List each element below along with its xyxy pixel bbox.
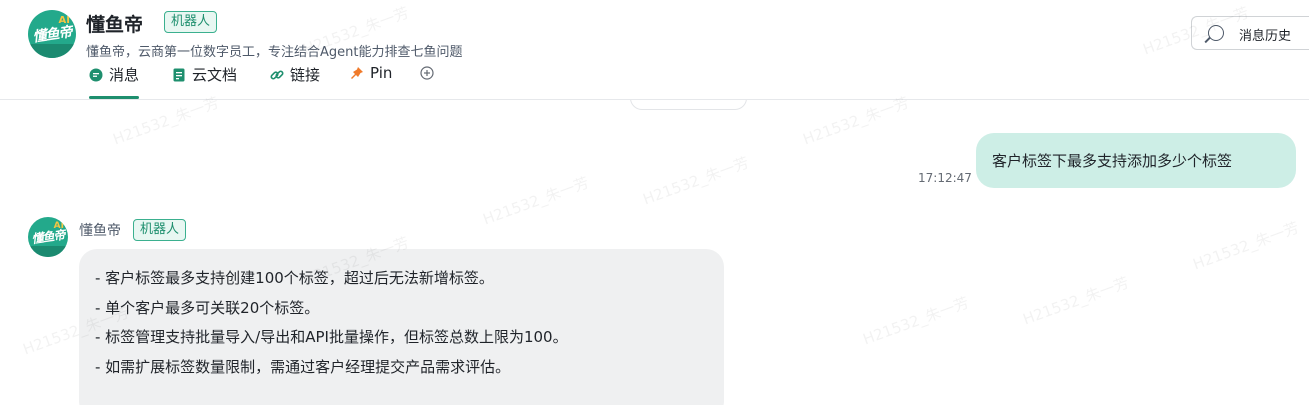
outgoing-message-bubble[interactable]: 客户标签下最多支持添加多少个标签 <box>976 133 1296 188</box>
previous-message-bubble <box>630 100 747 110</box>
avatar-ai-label: AI <box>58 15 70 26</box>
bot-avatar[interactable]: 懂鱼帝 AI <box>28 10 76 58</box>
incoming-message-bubble[interactable]: - 客户标签最多支持创建100个标签，超过后无法新增标签。 - 单个客户最多可关… <box>79 249 724 405</box>
avatar-stripe <box>28 246 68 257</box>
search-icon <box>1208 25 1224 41</box>
tab-pin-label: Pin <box>370 64 393 82</box>
tab-links[interactable]: 链接 <box>270 64 320 99</box>
tab-add[interactable] <box>420 64 440 99</box>
link-icon <box>270 70 284 80</box>
sender-name: 懂鱼帝 <box>79 223 121 239</box>
chat-area: 17:12:47 客户标签下最多支持添加多少个标签 懂鱼帝 AI 懂鱼帝 机器人… <box>0 100 1309 405</box>
message-history-button[interactable]: 消息历史 <box>1191 16 1309 50</box>
chat-title: 懂鱼帝 <box>86 14 144 36</box>
reply-line: - 标签管理支持批量导入/导出和API批量操作，但标签总数上限为100。 <box>95 328 568 347</box>
reply-line: - 如需扩展标签数量限制，需通过客户经理提交产品需求评估。 <box>95 357 511 376</box>
reply-line: - 客户标签最多支持创建100个标签，超过后无法新增标签。 <box>95 269 494 287</box>
tab-pin[interactable]: Pin <box>350 64 392 99</box>
message-time: 17:12:47 <box>918 171 972 185</box>
doc-icon <box>173 68 185 82</box>
tab-docs-label: 云文档 <box>192 66 238 84</box>
sender-robot-badge: 机器人 <box>133 219 187 241</box>
reply-line: - 单个客户最多可关联20个标签。 <box>95 298 320 317</box>
chat-header: 懂鱼帝 AI 懂鱼帝 机器人 懂鱼帝，云商第一位数字员工，专注结合Agent能力… <box>0 0 1309 100</box>
tab-docs[interactable]: 云文档 <box>172 64 237 99</box>
message-icon <box>89 68 103 82</box>
tab-messages[interactable]: 消息 <box>89 64 140 99</box>
pin-icon <box>351 67 363 79</box>
tab-links-label: 链接 <box>290 66 321 84</box>
add-tab-icon <box>420 66 434 80</box>
message-history-label: 消息历史 <box>1239 29 1292 44</box>
robot-badge: 机器人 <box>164 11 218 33</box>
avatar-ai-label: AI <box>53 221 64 231</box>
tab-messages-label: 消息 <box>109 66 140 84</box>
bot-description: 懂鱼帝，云商第一位数字员工，专注结合Agent能力排查七鱼问题 <box>86 45 463 60</box>
sender-avatar[interactable]: 懂鱼帝 AI <box>28 217 68 257</box>
